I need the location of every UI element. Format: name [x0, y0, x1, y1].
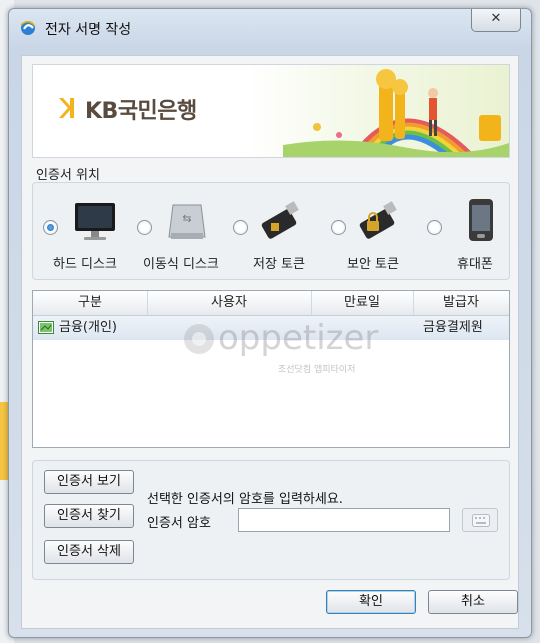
location-panel: 하드 디스크 ⇆ 이동식 디스크 저장 토큰 보안 토큰 휴대폰	[32, 182, 510, 280]
radio-storage-token[interactable]	[233, 220, 248, 235]
close-icon: ✕	[490, 11, 502, 26]
column-header-expiry[interactable]: 만료일	[311, 291, 414, 315]
location-section-label: 인증서 위치	[36, 168, 100, 183]
radio-hard-disk[interactable]	[43, 220, 58, 235]
location-option-storage-token[interactable]: 저장 토큰	[225, 183, 321, 279]
location-label: 휴대폰	[457, 257, 493, 272]
virtual-keyboard-button[interactable]	[462, 508, 498, 532]
ok-button[interactable]: 확인	[326, 590, 416, 614]
password-prompt: 선택한 인증서의 암호를 입력하세요.	[147, 492, 343, 507]
location-label: 이동식 디스크	[143, 257, 219, 272]
delete-certificate-button[interactable]: 인증서 삭제	[44, 540, 134, 564]
location-option-removable-disk[interactable]: ⇆ 이동식 디스크	[129, 183, 225, 279]
sign-dialog: 전자 서명 작성 ✕ KB국민은행 인증서 위치 하드 디스크 ⇆ 이동식 디스…	[8, 8, 532, 638]
view-certificate-button[interactable]: 인증서 보기	[44, 470, 134, 494]
location-label: 저장 토큰	[253, 257, 305, 272]
password-field[interactable]	[238, 508, 450, 532]
table-header: 구분 사용자 만료일 발급자	[33, 291, 509, 316]
location-option-hard-disk[interactable]: 하드 디스크	[33, 183, 129, 279]
location-option-security-token[interactable]: 보안 토큰	[321, 183, 417, 279]
location-label: 보안 토큰	[347, 257, 399, 272]
radio-removable-disk[interactable]	[137, 220, 152, 235]
radio-mobile-phone[interactable]	[427, 220, 442, 235]
location-option-mobile-phone[interactable]: 휴대폰	[417, 183, 509, 279]
location-label: 하드 디스크	[53, 257, 117, 272]
ie-icon	[20, 21, 36, 35]
column-header-type[interactable]: 구분	[33, 291, 148, 315]
certificate-icon	[38, 321, 54, 334]
security-token-icon	[359, 201, 397, 239]
removable-disk-icon: ⇆	[168, 204, 206, 239]
keyboard-icon	[472, 514, 490, 527]
svg-text:⇆: ⇆	[182, 212, 191, 225]
kb-star-logo-icon	[59, 98, 74, 118]
dialog-body: KB국민은행 인증서 위치 하드 디스크 ⇆ 이동식 디스크 저장 토큰 보안 …	[21, 55, 519, 629]
certificate-table: 구분 사용자 만료일 발급자 금융(개인) 금융결제원	[32, 290, 510, 448]
bank-name: KB국민은행	[85, 99, 197, 124]
monitor-icon	[75, 203, 115, 240]
banner-illustration	[283, 69, 509, 157]
find-certificate-button[interactable]: 인증서 찾기	[44, 504, 134, 528]
usb-token-icon	[261, 201, 299, 239]
kb-banner: KB국민은행	[32, 64, 510, 158]
cell-type: 금융(개인)	[59, 320, 117, 335]
column-header-issuer[interactable]: 발급자	[413, 291, 509, 315]
radio-security-token[interactable]	[331, 220, 346, 235]
close-button[interactable]: ✕	[471, 9, 521, 32]
dialog-title: 전자 서명 작성	[45, 22, 132, 38]
title-bar: 전자 서명 작성 ✕	[9, 9, 531, 43]
cell-issuer: 금융결제원	[423, 320, 483, 335]
table-row[interactable]: 금융(개인) 금융결제원	[33, 316, 509, 340]
mobile-phone-icon	[469, 199, 493, 241]
column-header-user[interactable]: 사용자	[147, 291, 312, 315]
cancel-button[interactable]: 취소	[428, 590, 518, 614]
password-label: 인증서 암호	[147, 516, 211, 531]
